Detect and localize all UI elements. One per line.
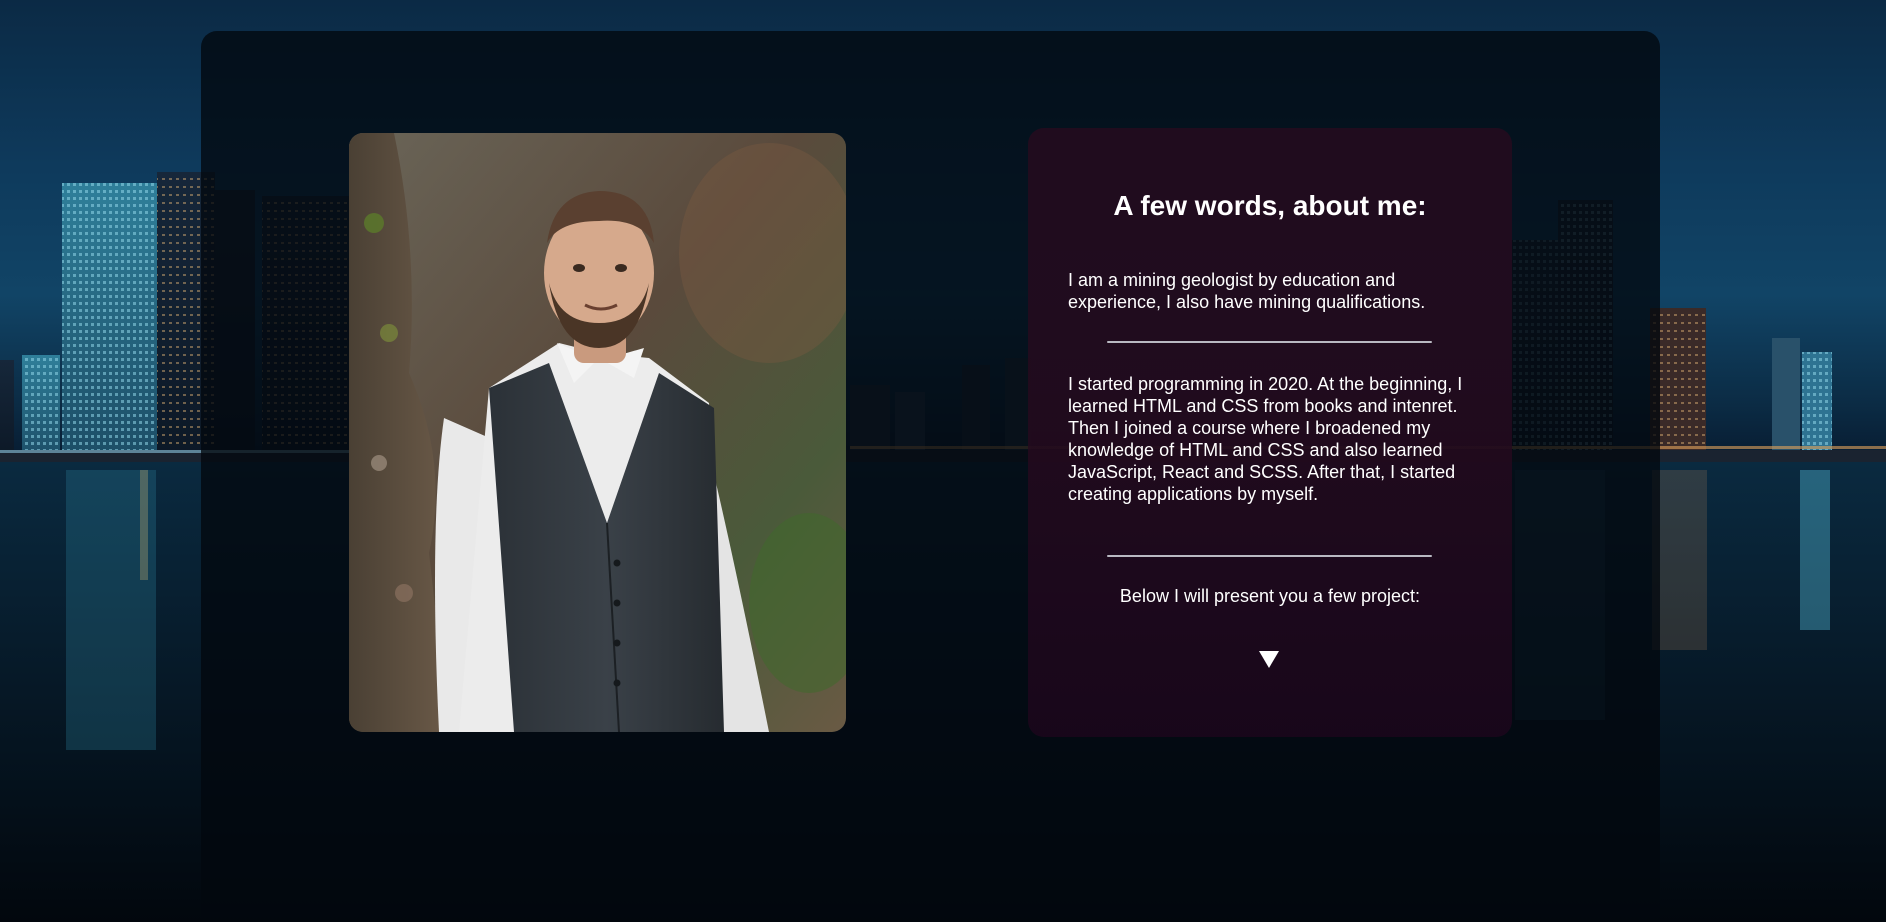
about-title: A few words, about me: (1113, 190, 1427, 221)
projects-intro-text: Below I will present you a few project: (1119, 586, 1421, 606)
portrait-illustration (349, 133, 846, 732)
divider (1107, 555, 1432, 557)
about-me-card: A few words, about me: I am a mining geo… (1028, 128, 1512, 737)
down-triangle-icon[interactable] (1259, 651, 1279, 668)
divider (1107, 341, 1432, 343)
portrait-photo (349, 133, 846, 732)
about-section: A few words, about me: I am a mining geo… (0, 0, 1886, 922)
about-paragraph-programming: I started programming in 2020. At the be… (1068, 374, 1463, 504)
about-paragraph-education: I am a mining geologist by education and… (1068, 270, 1426, 312)
